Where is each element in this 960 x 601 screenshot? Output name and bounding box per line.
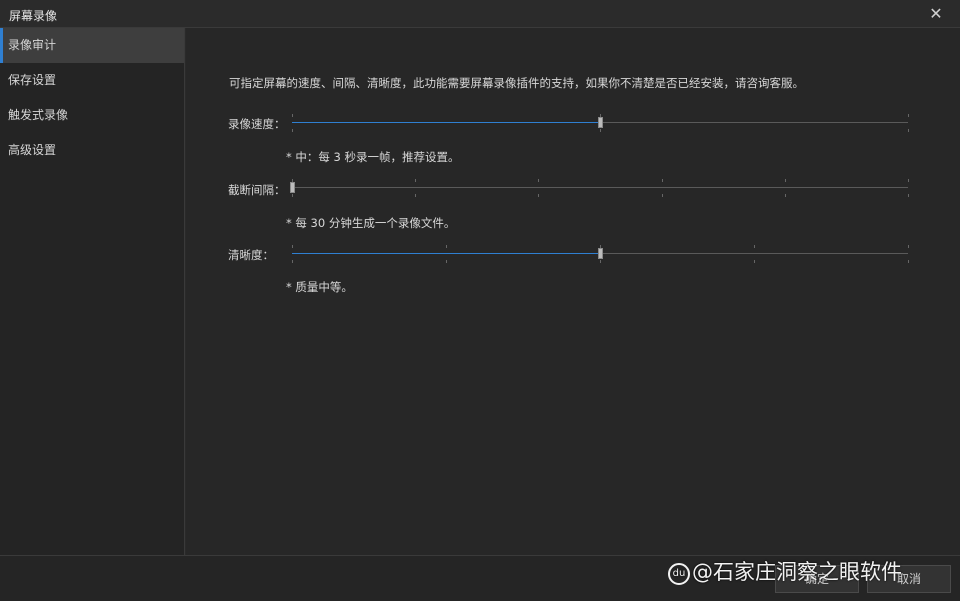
slider-tick <box>600 129 601 132</box>
interval-label: 截断间隔： <box>228 183 286 197</box>
slider-tick <box>415 194 417 197</box>
slider-tick <box>600 114 601 117</box>
slider-tick <box>908 245 909 248</box>
slider-thumb[interactable] <box>598 248 603 259</box>
slider-tick <box>908 129 909 132</box>
slider-tick <box>908 260 909 263</box>
slider-tick <box>908 114 909 117</box>
speed-hint: * 中：每 3 秒录一帧，推荐设置。 <box>286 150 460 164</box>
slider-tick <box>292 114 293 117</box>
ok-button[interactable]: 确定 <box>775 565 859 593</box>
slider-tick <box>661 179 663 182</box>
slider-tick <box>784 194 786 197</box>
slider-fill <box>292 253 600 254</box>
slider-track <box>292 187 908 188</box>
slider-tick <box>600 260 601 263</box>
sidebar: 录像审计 保存设置 触发式录像 高级设置 <box>0 28 185 555</box>
clarity-hint: * 质量中等。 <box>286 280 353 294</box>
clarity-slider[interactable] <box>292 243 909 265</box>
cancel-button[interactable]: 取消 <box>867 565 951 593</box>
sidebar-item-advanced-settings[interactable]: 高级设置 <box>0 133 184 168</box>
title-bar: 屏幕录像 ✕ <box>0 0 960 28</box>
slider-tick <box>292 194 293 197</box>
interval-hint: * 每 30 分钟生成一个录像文件。 <box>286 216 456 230</box>
sidebar-item-triggered-recording[interactable]: 触发式录像 <box>0 98 184 133</box>
slider-tick <box>446 245 447 248</box>
slider-thumb[interactable] <box>290 182 295 193</box>
slider-tick <box>754 245 755 248</box>
close-icon[interactable]: ✕ <box>926 4 946 24</box>
slider-fill <box>292 122 600 123</box>
interval-slider[interactable] <box>290 177 909 199</box>
description-text: 可指定屏幕的速度、间隔、清晰度，此功能需要屏幕录像插件的支持，如果你不清楚是否已… <box>229 76 804 90</box>
slider-tick <box>908 194 909 197</box>
slider-tick <box>600 245 601 248</box>
slider-tick <box>292 179 293 182</box>
slider-thumb[interactable] <box>598 117 603 128</box>
dialog-footer: 确定 取消 <box>0 555 960 601</box>
sidebar-item-recording-audit[interactable]: 录像审计 <box>0 28 184 63</box>
slider-tick <box>754 260 755 263</box>
slider-tick <box>446 260 447 263</box>
sidebar-item-save-settings[interactable]: 保存设置 <box>0 63 184 98</box>
clarity-label: 清晰度： <box>228 248 274 262</box>
slider-tick <box>538 179 540 182</box>
slider-tick <box>538 194 540 197</box>
settings-panel: 可指定屏幕的速度、间隔、清晰度，此功能需要屏幕录像插件的支持，如果你不清楚是否已… <box>186 28 960 555</box>
slider-tick <box>415 179 417 182</box>
slider-tick <box>784 179 786 182</box>
speed-slider[interactable] <box>292 112 909 134</box>
window-title: 屏幕录像 <box>9 9 58 23</box>
slider-tick <box>661 194 663 197</box>
slider-tick <box>292 260 293 263</box>
slider-tick <box>292 129 293 132</box>
speed-label: 录像速度： <box>228 117 286 131</box>
slider-tick <box>292 245 293 248</box>
slider-tick <box>908 179 909 182</box>
